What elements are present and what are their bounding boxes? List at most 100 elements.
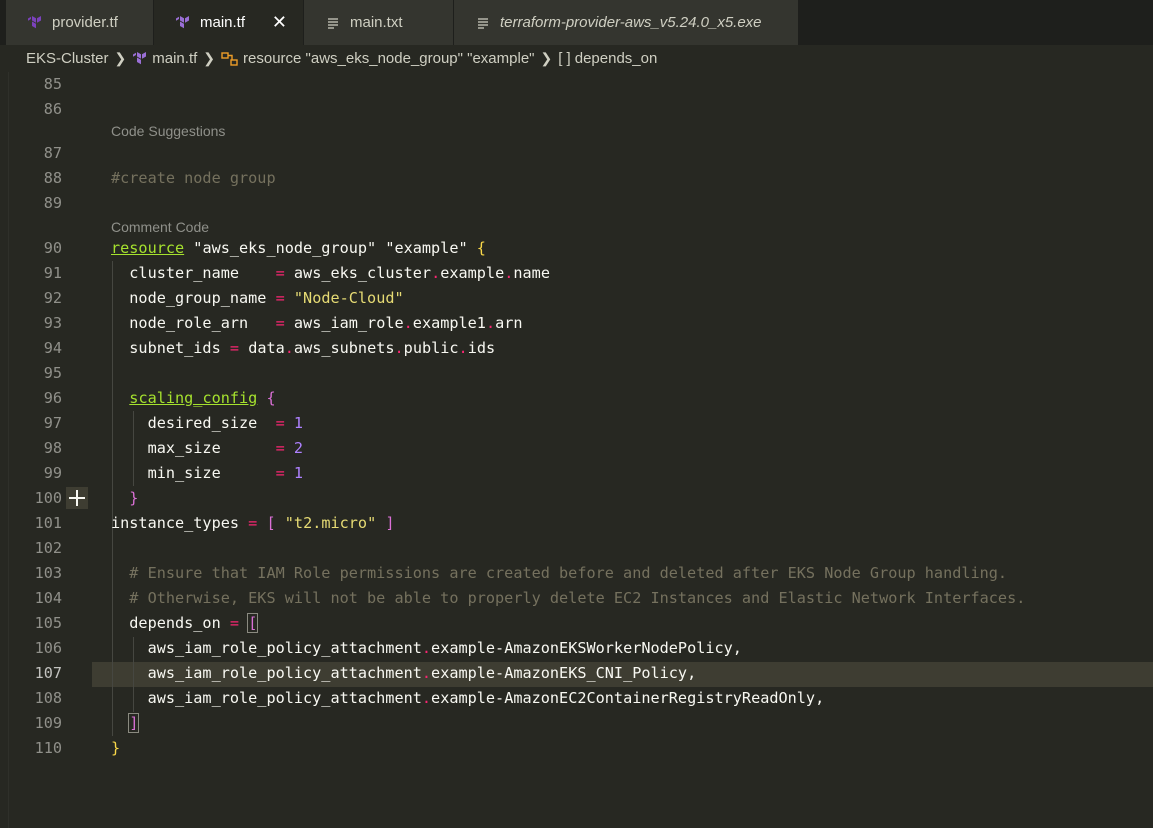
code-text: depends_on = [ (111, 613, 259, 633)
code-line: 102 (0, 536, 1153, 561)
tab-provider-tf[interactable]: provider.tf (6, 0, 154, 45)
line-number: 104 (34, 589, 62, 607)
line-number: 92 (43, 289, 62, 307)
tab-label: terraform-provider-aws_v5.24.0_x5.exe (500, 14, 762, 31)
line-number: 99 (43, 464, 62, 482)
add-icon[interactable] (66, 487, 88, 509)
code-line: 89 (0, 191, 1153, 216)
line-number: 94 (43, 339, 62, 357)
code-line: 85 (0, 72, 1153, 97)
code-line: 86 (0, 97, 1153, 122)
tab-bar: provider.tf main.tf ✕ main.txt terraform… (0, 0, 1153, 45)
tab-main-txt[interactable]: main.txt (304, 0, 454, 45)
code-text: scaling_config { (129, 389, 276, 407)
line-number: 88 (43, 169, 62, 187)
line-number: 97 (43, 414, 62, 432)
code-text: } (129, 489, 139, 507)
tab-label: main.tf (200, 14, 246, 31)
line-number: 103 (34, 564, 62, 582)
code-comment: #create node group (111, 169, 276, 187)
code-text: cluster_name = aws_eks_cluster.example.n… (111, 264, 550, 282)
breadcrumb-resource[interactable]: resource "aws_eks_node_group" "example" (243, 50, 534, 67)
code-editor[interactable]: 85 86 Code Suggestions 87 88 #create nod… (0, 72, 1153, 828)
line-number: 98 (43, 439, 62, 457)
breadcrumb-folder[interactable]: EKS-Cluster (26, 50, 109, 67)
code-line: 95 (0, 361, 1153, 386)
code-text: instance_types = [ "t2.micro" ] (111, 514, 395, 532)
code-line: 106 aws_iam_role_policy_attachment.examp… (0, 636, 1153, 661)
code-line: 92 node_group_name = "Node-Cloud" (0, 286, 1153, 311)
code-line: 99 min_size = 1 (0, 461, 1153, 486)
line-number: 86 (43, 100, 62, 118)
close-icon[interactable]: ✕ (272, 12, 287, 33)
breadcrumb-property[interactable]: depends_on (575, 50, 658, 67)
tab-label: provider.tf (52, 14, 118, 31)
codelens-code-suggestions[interactable]: Code Suggestions (111, 123, 225, 139)
code-line: 98 max_size = 2 (0, 436, 1153, 461)
code-line: 105 depends_on = [ (0, 611, 1153, 636)
terraform-icon (132, 51, 148, 67)
line-number: 96 (43, 389, 62, 407)
code-line: 87 (0, 141, 1153, 166)
chevron-right-icon: ❯ (203, 50, 216, 66)
code-line: 104 # Otherwise, EKS will not be able to… (0, 586, 1153, 611)
chevron-right-icon: ❯ (540, 50, 553, 66)
code-text: } (111, 739, 121, 757)
code-text: subnet_ids = data.aws_subnets.public.ids (111, 339, 496, 357)
code-line: 101 instance_types = [ "t2.micro" ] (0, 511, 1153, 536)
breadcrumb-file[interactable]: main.tf (152, 50, 197, 67)
code-line: 90 resource "aws_eks_node_group" "exampl… (0, 236, 1153, 261)
code-text: aws_iam_role_policy_attachment.example-A… (111, 689, 825, 707)
line-number: 85 (43, 75, 62, 93)
line-number: 106 (34, 639, 62, 657)
breadcrumb: EKS-Cluster ❯ main.tf ❯ resource "aws_ek… (0, 45, 1153, 72)
line-number: 107 (34, 664, 62, 682)
code-line: 91 cluster_name = aws_eks_cluster.exampl… (0, 261, 1153, 286)
code-line: 110 } (0, 736, 1153, 761)
line-number: 90 (43, 239, 62, 257)
text-file-icon (474, 14, 492, 32)
code-line: 94 subnet_ids = data.aws_subnets.public.… (0, 336, 1153, 361)
code-line: 108 aws_iam_role_policy_attachment.examp… (0, 686, 1153, 711)
line-number: 101 (34, 514, 62, 532)
line-number: 100 (34, 489, 62, 507)
code-text: max_size = 2 (111, 439, 304, 457)
line-number: 95 (43, 364, 62, 382)
array-icon: [ ] (558, 50, 571, 67)
code-text: ] (128, 713, 140, 733)
line-number: 109 (34, 714, 62, 732)
code-line: 96 scaling_config { (0, 386, 1153, 411)
line-number: 87 (43, 144, 62, 162)
codelens-comment-code[interactable]: Comment Code (111, 219, 209, 235)
code-text: aws_iam_role_policy_attachment.example-A… (111, 664, 697, 682)
code-text: node_group_name = "Node-Cloud" (111, 289, 404, 307)
tab-label: main.txt (350, 14, 403, 31)
code-line: 107 aws_iam_role_policy_attachment.examp… (0, 661, 1153, 686)
code-line: 97 desired_size = 1 (0, 411, 1153, 436)
terraform-icon (26, 14, 44, 32)
code-line: 109 ] (0, 711, 1153, 736)
line-number: 105 (34, 614, 62, 632)
terraform-icon (174, 14, 192, 32)
code-line: 103 # Ensure that IAM Role permissions a… (0, 561, 1153, 586)
line-number: 89 (43, 194, 62, 212)
chevron-right-icon: ❯ (114, 50, 127, 66)
line-number: 93 (43, 314, 62, 332)
code-line: 100 } (0, 486, 1153, 511)
code-text: desired_size = 1 (111, 414, 304, 432)
text-file-icon (324, 14, 342, 32)
line-number: 91 (43, 264, 62, 282)
code-text: min_size = 1 (111, 464, 304, 482)
line-number: 102 (34, 539, 62, 557)
code-line: 88 #create node group (0, 166, 1153, 191)
code-text: aws_iam_role_policy_attachment.example-A… (111, 639, 742, 657)
code-text: resource "aws_eks_node_group" "example" … (111, 239, 486, 257)
tab-provider-exe[interactable]: terraform-provider-aws_v5.24.0_x5.exe (454, 0, 799, 45)
line-number: 110 (34, 739, 62, 757)
code-text: node_role_arn = aws_iam_role.example1.ar… (111, 314, 523, 332)
code-line: 93 node_role_arn = aws_iam_role.example1… (0, 311, 1153, 336)
code-comment: # Otherwise, EKS will not be able to pro… (111, 589, 1026, 607)
code-comment: # Ensure that IAM Role permissions are c… (111, 564, 1008, 582)
symbol-class-icon (221, 51, 239, 67)
tab-main-tf[interactable]: main.tf ✕ (154, 0, 304, 45)
